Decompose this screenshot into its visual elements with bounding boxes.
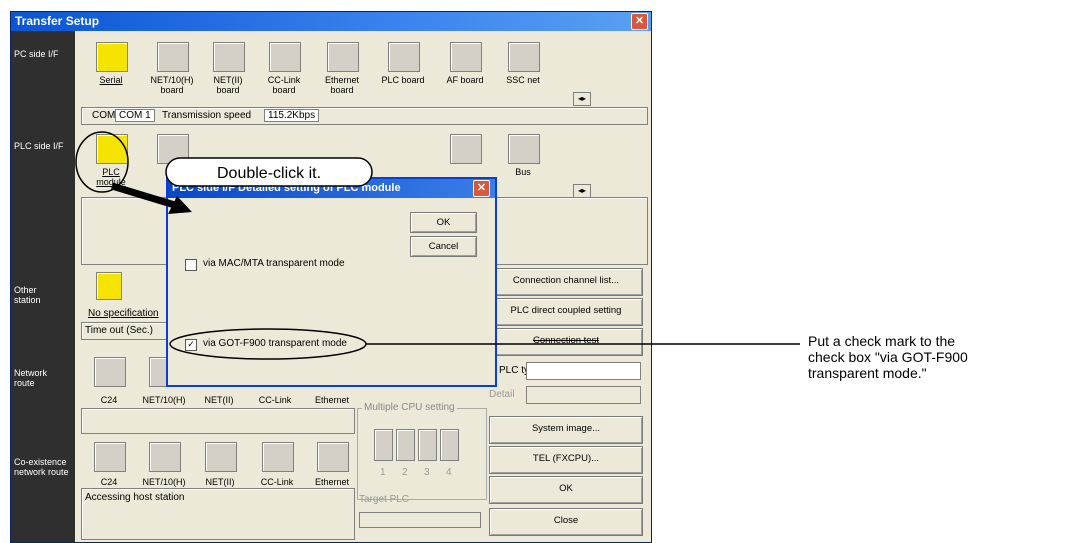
callout-line: Put a check mark to the [808, 333, 956, 349]
plc-module-highlight-circle [75, 131, 129, 193]
checkbox-highlight-ellipse [169, 328, 367, 360]
callout-line: transparent mode." [808, 365, 927, 381]
callout-line: check box "via GOT-F900 [808, 349, 968, 365]
arrow-shaft [110, 182, 180, 210]
put-check-callout: Put a check mark to the check box "via G… [808, 333, 968, 381]
annotation-overlay: Double-click it. [75, 131, 800, 360]
double-click-callout: Double-click it. [217, 165, 321, 182]
